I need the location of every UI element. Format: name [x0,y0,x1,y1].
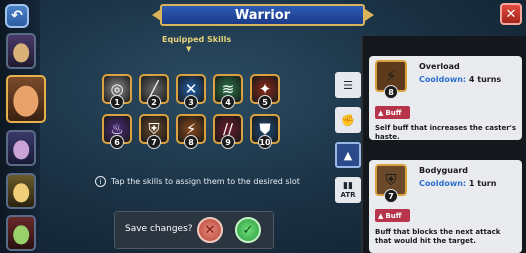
card-cooldown: Cooldown: 1 turn [419,179,496,188]
cooldown-label: Cooldown: [419,75,467,84]
buff-icon: ▲ [378,108,384,117]
hint-text: Tap the skills to assign them to the des… [111,177,300,186]
flame-icon: ▲ [343,148,353,162]
hero-portrait-warrior[interactable] [6,75,46,123]
cancel-button[interactable]: ✕ [197,217,223,243]
skill-slot-number: 6 [110,135,124,149]
tab-attributes-label: ATR [340,190,356,199]
cross-icon: ✕ [204,222,216,238]
confirm-button[interactable]: ✓ [235,217,261,243]
hero-face-icon [13,225,29,245]
close-button[interactable]: ✕ [500,3,522,25]
tab-list[interactable]: ☰ [335,72,361,98]
skill-slot-number: 10 [258,135,272,149]
buff-tag-label: Buff [385,108,402,117]
card-title: Overload [419,62,460,71]
save-changes-label: Save changes? [125,224,193,234]
cooldown-value: 4 turns [468,75,502,84]
fist-icon: ✊ [341,113,355,127]
buff-tag: ▲ Buff [375,106,410,119]
hero-face-icon [13,140,29,160]
card-slot-badge: 7 [384,189,398,203]
list-icon: ☰ [343,78,353,92]
hero-portrait-3[interactable] [6,173,36,209]
skill-detail-panel: ⚡ 8 Overload Cooldown: 4 turns ▲ Buff Se… [361,36,526,253]
back-button[interactable]: ↶ [5,4,29,28]
skill-slot-number: 5 [258,95,272,109]
tab-attributes[interactable]: ▮▮ ATR [335,177,361,203]
card-description: Buff that blocks the next attack that wo… [375,228,501,245]
skill-slot-number: 7 [147,135,161,149]
skill-slot-number: 3 [184,95,198,109]
info-icon: i [95,176,106,187]
hero-portrait-1[interactable] [6,33,36,69]
hero-portrait-4[interactable] [6,215,36,251]
card-slot-badge: 8 [384,85,398,99]
hero-title-banner: Warrior [160,4,365,26]
buff-tag-label: Buff [385,211,402,220]
banner-ribbon-right [365,9,374,21]
save-changes-dialog: Save changes? ✕ ✓ [114,211,274,249]
card-cooldown: Cooldown: 4 turns [419,75,501,84]
buff-tag: ▲ Buff [375,209,410,222]
close-icon: ✕ [505,6,517,22]
skill-slot-number: 1 [110,95,124,109]
skill-slot-number: 8 [184,135,198,149]
warrior-face-icon [13,85,39,117]
equipped-skills-heading: Equipped Skills [162,35,232,44]
skill-card-bodyguard[interactable]: ⛨ 7 Bodyguard Cooldown: 1 turn ▲ Buff Bu… [369,160,522,253]
buff-icon: ▲ [378,211,384,220]
checkmark-icon: ✓ [242,222,254,238]
chevron-down-icon: ▼ [186,45,192,53]
skill-slot-number: 2 [147,95,161,109]
hero-face-icon [13,43,29,63]
skill-card-overload[interactable]: ⚡ 8 Overload Cooldown: 4 turns ▲ Buff Se… [369,56,522,141]
cooldown-value: 1 turn [468,179,497,188]
stats-icon: ▮▮ [343,180,353,191]
tab-fist[interactable]: ✊ [335,107,361,133]
hero-title: Warrior [234,7,291,23]
card-title: Bodyguard [419,166,469,175]
card-description: Self buff that increases the caster's ha… [375,124,516,141]
skill-slot-number: 9 [221,135,235,149]
cooldown-label: Cooldown: [419,179,467,188]
back-arrow-icon: ↶ [11,8,23,24]
hero-portrait-2[interactable] [6,130,36,166]
hint-row: i Tap the skills to assign them to the d… [95,176,300,187]
hero-face-icon [13,183,29,203]
skill-slot-number: 4 [221,95,235,109]
tab-skills[interactable]: ▲ [335,142,361,168]
